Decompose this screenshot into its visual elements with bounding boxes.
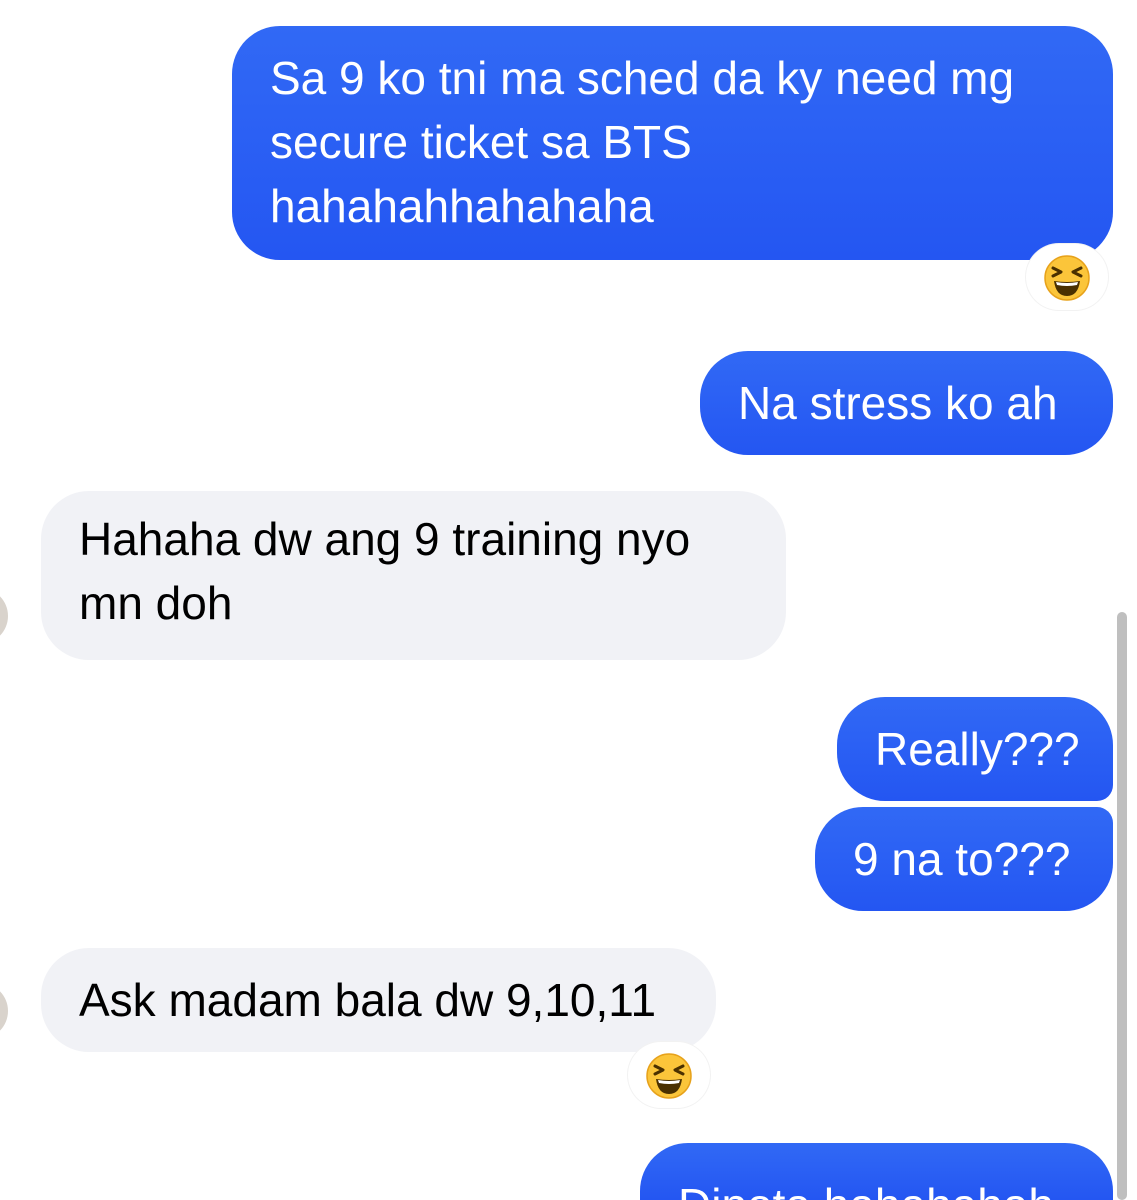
laughing-squinting-face-icon [1044, 255, 1090, 301]
message-text-line: secure ticket sa BTS [270, 116, 692, 168]
message-text-line: Dipota hahahahah [678, 1173, 1075, 1200]
message-reaction[interactable] [1026, 244, 1108, 310]
message-text-line: hahahahhahahaha [270, 180, 654, 232]
outgoing-message[interactable]: 9 na to??? [815, 807, 1113, 911]
outgoing-message[interactable]: Dipota hahahahah [640, 1143, 1113, 1200]
message-text-line: Sa 9 ko tni ma sched da ky need mg [270, 52, 1015, 104]
message-text-line: Na stress ko ah [738, 377, 1058, 429]
outgoing-message[interactable]: Sa 9 ko tni ma sched da ky need mg secur… [232, 26, 1113, 260]
outgoing-message[interactable]: Really??? [837, 697, 1113, 801]
incoming-message[interactable]: Ask madam bala dw 9,10,11 [41, 948, 716, 1052]
incoming-message[interactable]: Hahaha dw ang 9 training nyo mn doh [41, 491, 786, 660]
message-text-line: Ask madam bala dw 9,10,11 [79, 974, 657, 1026]
chat-thread: Sa 9 ko tni ma sched da ky need mg secur… [0, 0, 1137, 1200]
laughing-squinting-face-icon [646, 1053, 692, 1099]
message-text-line: mn doh [79, 577, 233, 629]
message-text-line: Hahaha dw ang 9 training nyo [79, 513, 691, 565]
outgoing-message[interactable]: Na stress ko ah [700, 351, 1113, 455]
avatar[interactable] [0, 588, 8, 644]
avatar[interactable] [0, 983, 8, 1039]
message-reaction[interactable] [628, 1042, 710, 1108]
message-text-line: Really??? [875, 723, 1080, 775]
message-text-line: 9 na to??? [853, 833, 1071, 885]
scrollbar[interactable] [1117, 612, 1127, 1200]
